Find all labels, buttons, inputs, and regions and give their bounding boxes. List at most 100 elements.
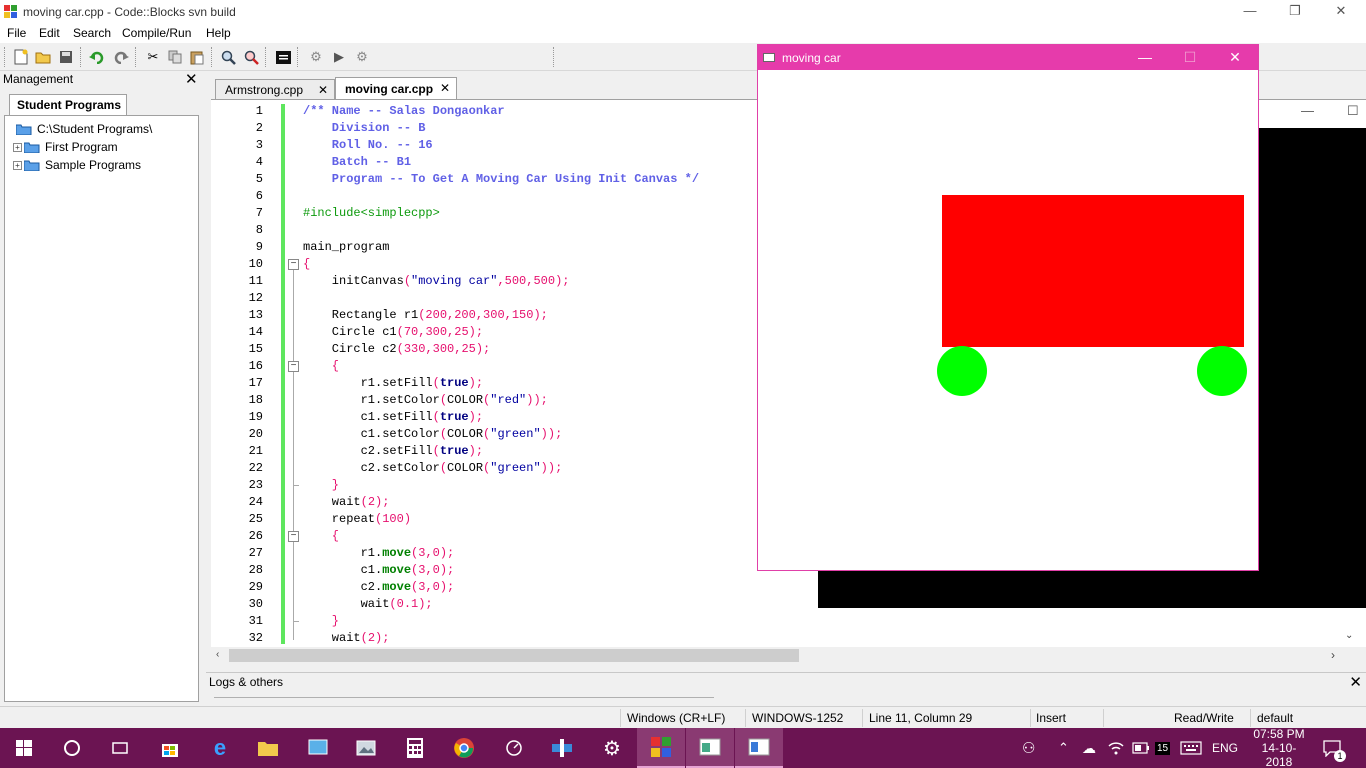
line-number: 16 <box>248 359 263 373</box>
build-and-run-icon[interactable]: ⚙ <box>352 47 372 67</box>
notification-count: 1 <box>1334 750 1346 762</box>
cut-icon[interactable]: ✂ <box>143 47 163 67</box>
menu-search[interactable]: Search <box>73 26 111 40</box>
menu-edit[interactable]: Edit <box>39 26 60 40</box>
toolbar-separator <box>297 47 299 67</box>
code-line: Division -- B <box>303 121 426 135</box>
tree-item-root[interactable]: C:\Student Programs\ <box>15 121 152 137</box>
keyboard-icon[interactable] <box>1180 728 1202 768</box>
fold-toggle-icon[interactable]: − <box>288 531 299 542</box>
tab-armstrong[interactable]: Armstrong.cpp ✕ <box>215 79 335 99</box>
control-panel-icon[interactable] <box>294 728 342 768</box>
management-close-icon[interactable]: ✕ <box>185 70 198 88</box>
code-line: initCanvas("moving car",500,500); <box>303 274 570 288</box>
car-maximize-button[interactable]: ☐ <box>1167 45 1213 70</box>
clock[interactable]: 07:58 PM 14-10-2018 <box>1250 727 1308 768</box>
code-line: } <box>303 478 340 492</box>
paste-icon[interactable] <box>187 47 207 67</box>
code-line: c2.setColor(COLOR("green")); <box>303 461 563 475</box>
expand-icon[interactable]: + <box>13 160 22 170</box>
task-view-icon[interactable] <box>96 728 144 768</box>
people-icon[interactable]: ⚇ <box>1022 728 1035 768</box>
settings-gear-icon[interactable]: ⚙ <box>588 728 636 768</box>
canvas-taskbar-icon[interactable] <box>735 728 783 768</box>
line-number: 9 <box>255 240 263 254</box>
scroll-right-icon[interactable]: › <box>1331 648 1335 662</box>
file-explorer-icon[interactable] <box>244 728 292 768</box>
search-circle-icon[interactable] <box>48 728 96 768</box>
code-line: { <box>303 529 340 543</box>
language-label: ENG <box>1212 741 1239 755</box>
notifications-icon[interactable]: 1 <box>1322 728 1346 768</box>
photos-icon[interactable] <box>342 728 390 768</box>
run-play-icon[interactable]: ▶ <box>329 47 349 67</box>
scrollbar-thumb[interactable] <box>229 649 799 662</box>
undo-icon[interactable] <box>87 47 107 67</box>
replace-icon[interactable] <box>241 47 261 67</box>
menu-file[interactable]: File <box>7 26 26 40</box>
store-icon[interactable] <box>146 728 194 768</box>
onedrive-icon[interactable]: ☁ <box>1082 728 1096 768</box>
line-number: 12 <box>248 291 263 305</box>
window-title: moving car.cpp - Code::Blocks svn build <box>23 5 236 19</box>
minimize-button[interactable]: — <box>1227 0 1273 24</box>
tab-student-programs[interactable]: Student Programs <box>9 94 127 115</box>
horizontal-scrollbar[interactable]: ‹ › <box>211 647 1366 664</box>
console-minimize-button[interactable]: — <box>1301 103 1314 118</box>
snipping-tool-icon[interactable] <box>538 728 586 768</box>
start-windows-icon[interactable] <box>0 728 48 768</box>
calculator-icon[interactable] <box>391 728 439 768</box>
toolbar-grip <box>553 47 555 67</box>
code-line: wait(2); <box>303 631 390 645</box>
find-icon[interactable] <box>218 47 238 67</box>
line-number: 21 <box>248 444 263 458</box>
scroll-down-icon[interactable]: ⌄ <box>1345 630 1353 641</box>
line-number: 1 <box>255 104 263 118</box>
logs-close-icon[interactable]: ✕ <box>1349 673 1362 691</box>
speedometer-icon[interactable] <box>490 728 538 768</box>
tab-close-icon[interactable]: ✕ <box>318 83 328 97</box>
scroll-left-icon[interactable]: ‹ <box>216 649 219 660</box>
car-close-button[interactable]: ✕ <box>1212 45 1258 70</box>
wifi-icon[interactable] <box>1108 728 1124 768</box>
edge-icon[interactable]: e <box>196 728 244 768</box>
build-gear-icon[interactable]: ⚙ <box>306 47 326 67</box>
fold-toggle-icon[interactable]: − <box>288 259 299 270</box>
code-line: repeat(100) <box>303 512 412 526</box>
menu-help[interactable]: Help <box>206 26 231 40</box>
status-separator <box>1030 709 1031 727</box>
save-icon[interactable] <box>56 47 76 67</box>
tray-expand-icon[interactable]: ⌃ <box>1058 728 1069 768</box>
chrome-icon[interactable] <box>440 728 488 768</box>
tab-moving-car[interactable]: moving car.cpp ✕ <box>335 77 457 99</box>
fold-toggle-icon[interactable]: − <box>288 361 299 372</box>
code-line: r1.move(3,0); <box>303 546 455 560</box>
console-maximize-button[interactable]: ☐ <box>1347 103 1359 119</box>
codeblocks-taskbar-icon[interactable] <box>637 728 685 768</box>
status-bar: Windows (CR+LF) WINDOWS-1252 Line 11, Co… <box>0 706 1366 728</box>
battery-icon[interactable] <box>1132 728 1150 768</box>
menu-bar: File Edit Search Compile/Run Help <box>0 24 1366 43</box>
tree-item-sample-programs[interactable]: + Sample Programs <box>13 157 141 173</box>
car-minimize-button[interactable]: — <box>1122 45 1168 70</box>
console-taskbar-icon[interactable] <box>686 728 734 768</box>
expand-icon[interactable]: + <box>13 142 22 152</box>
redo-icon[interactable] <box>111 47 131 67</box>
menu-compile-run[interactable]: Compile/Run <box>122 26 191 40</box>
open-folder-icon[interactable] <box>33 47 53 67</box>
car-window-title: moving car <box>782 51 841 65</box>
line-number: 5 <box>255 172 263 186</box>
logs-header: Logs & others <box>209 675 284 689</box>
badge-icon[interactable]: 15 <box>1155 728 1171 768</box>
tree-item-first-program[interactable]: + First Program <box>13 139 118 155</box>
new-file-icon[interactable] <box>11 47 31 67</box>
tab-close-icon[interactable]: ✕ <box>440 81 450 95</box>
moving-car-window[interactable]: moving car — ☐ ✕ <box>757 44 1259 571</box>
restore-button[interactable]: ❐ <box>1272 0 1318 24</box>
language-indicator[interactable]: ENG <box>1212 728 1238 768</box>
line-number: 18 <box>248 393 263 407</box>
build-log-icon[interactable] <box>273 47 293 67</box>
code-line: r1.setColor(COLOR("red")); <box>303 393 548 407</box>
copy-icon[interactable] <box>165 47 185 67</box>
close-button[interactable]: ✕ <box>1318 0 1364 24</box>
